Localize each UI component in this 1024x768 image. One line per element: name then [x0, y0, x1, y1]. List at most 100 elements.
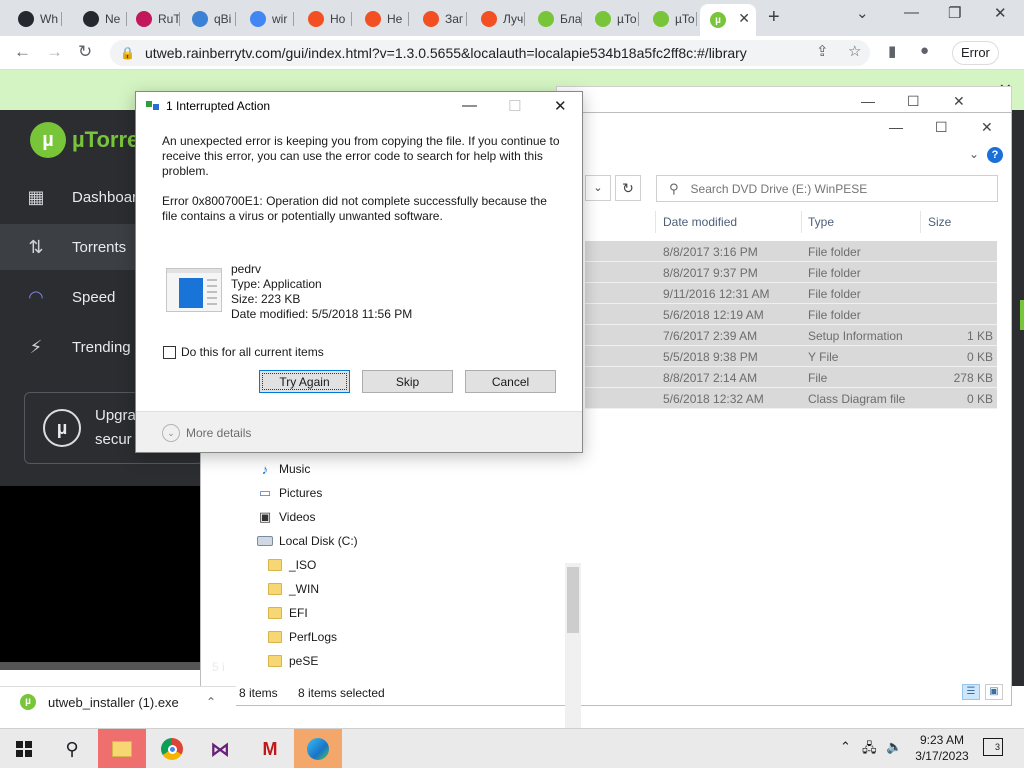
tab-active[interactable]: µ ✕ [700, 4, 756, 36]
folder-icon [267, 654, 283, 668]
scroll-thumb[interactable] [567, 567, 579, 633]
utorrent-right-panel [1012, 110, 1024, 686]
column-separator[interactable] [655, 211, 656, 233]
large-icons-view-icon[interactable]: ▣ [985, 684, 1003, 700]
tab-11[interactable]: µTo [643, 6, 697, 32]
tab-1[interactable]: Ne [73, 6, 127, 32]
address-dropdown-icon[interactable]: ⌄ [585, 175, 611, 201]
address-bar[interactable]: 🔒 utweb.rainberrytv.com/gui/index.html?v… [110, 40, 870, 66]
file-explorer-taskbar-button[interactable] [98, 729, 146, 768]
column-separator[interactable] [920, 211, 921, 233]
close-icon[interactable]: ✕ [554, 97, 567, 115]
download-filename[interactable]: utweb_installer (1).exe [48, 695, 179, 710]
chevron-up-icon[interactable]: ⌃ [206, 695, 216, 709]
column-date-modified[interactable]: Date modified [663, 215, 737, 229]
show-hidden-icons-icon[interactable]: ⌃ [840, 739, 851, 755]
table-row[interactable]: 9/11/2016 12:31 AM File folder [585, 283, 997, 304]
column-separator[interactable] [801, 211, 802, 233]
table-row[interactable]: 5/6/2018 12:19 AM File folder [585, 304, 997, 325]
minimize-icon[interactable]: — [861, 93, 875, 109]
close-tab-icon[interactable]: ✕ [738, 10, 750, 27]
close-window-icon[interactable]: ✕ [994, 4, 1007, 22]
nav-pane-item[interactable]: _ISO [267, 558, 316, 572]
share-icon[interactable]: ⇪ [816, 42, 829, 60]
forward-icon[interactable]: → [46, 42, 63, 62]
table-row[interactable]: 5/5/2018 9:38 PM Y File 0 KB [585, 346, 997, 367]
maximize-icon[interactable]: ☐ [907, 93, 920, 110]
table-row[interactable]: 8/8/2017 9:37 PM File folder [585, 262, 997, 283]
reload-icon[interactable]: ↻ [78, 42, 92, 62]
nav-pane-label: Videos [279, 510, 316, 524]
apply-all-label[interactable]: Do this for all current items [181, 345, 324, 359]
search-box[interactable]: ⚲ [656, 175, 998, 202]
column-size[interactable]: Size [928, 215, 951, 229]
utorrent-content-dark [0, 486, 200, 666]
bookmark-star-icon[interactable]: ☆ [848, 42, 861, 60]
table-row[interactable]: 8/8/2017 3:16 PM File folder [585, 241, 997, 262]
minimize-icon[interactable]: — [904, 4, 919, 21]
error-button[interactable]: Error [952, 41, 999, 65]
help-icon[interactable]: ? [987, 147, 1003, 163]
utorrent-scrollbar[interactable] [0, 662, 200, 670]
tab-10[interactable]: µTo [585, 6, 639, 32]
apply-all-checkbox[interactable] [163, 346, 176, 359]
nav-pane-item[interactable]: Local Disk (C:) [257, 534, 358, 548]
tab-9[interactable]: Бла [528, 6, 582, 32]
refresh-icon[interactable]: ↻ [615, 175, 641, 201]
table-row[interactable]: 8/8/2017 2:14 AM File 278 KB [585, 367, 997, 388]
tab-3[interactable]: qBi [182, 6, 236, 32]
tab-0[interactable]: Wh [8, 6, 62, 32]
details-view-icon[interactable]: ☰ [962, 684, 980, 700]
start-button[interactable] [0, 729, 48, 768]
system-clock[interactable]: 9:23 AM 3/17/2023 [912, 732, 972, 764]
maximize-icon[interactable]: ☐ [935, 119, 948, 136]
new-tab-button[interactable]: + [768, 6, 780, 29]
cancel-button[interactable]: Cancel [465, 370, 556, 393]
profile-icon[interactable]: ● [920, 42, 929, 59]
tab-8[interactable]: Луч [471, 6, 525, 32]
mcafee-taskbar-button[interactable]: M [246, 729, 294, 768]
download-shelf: µ utweb_installer (1).exe ⌃ [0, 686, 236, 716]
close-icon[interactable]: ✕ [953, 93, 965, 110]
skip-button[interactable]: Skip [362, 370, 453, 393]
tab-6[interactable]: He [355, 6, 409, 32]
tab-7[interactable]: Заг [413, 6, 467, 32]
minimize-icon[interactable]: — [889, 119, 903, 135]
column-type[interactable]: Type [808, 215, 834, 229]
tab-label: RuT [158, 12, 180, 26]
tab-2[interactable]: RuT [126, 6, 180, 32]
tab-label: Ne [105, 12, 121, 26]
search-button[interactable]: ⚲ [48, 729, 96, 768]
table-row[interactable]: 5/6/2018 12:32 AM Class Diagram file 0 KB [585, 388, 997, 409]
volume-icon[interactable]: 🔈 [886, 739, 902, 755]
table-row[interactable]: 7/6/2017 2:39 AM Setup Information 1 KB [585, 325, 997, 346]
network-icon[interactable]: 🖧 [862, 739, 877, 761]
nav-pane-item[interactable]: EFI [267, 606, 308, 620]
nav-pane-item[interactable]: ♪ Music [257, 462, 311, 477]
minimize-icon[interactable]: — [462, 97, 477, 114]
more-details-toggle[interactable]: ⌄ More details [162, 424, 251, 442]
nav-pane-item[interactable]: _WIN [267, 582, 319, 596]
logo-text: µTorre [72, 127, 140, 152]
notification-center-icon[interactable]: 3 [983, 738, 1003, 756]
nav-pane-item[interactable]: peSE [267, 654, 318, 668]
search-input[interactable] [690, 181, 981, 196]
tab-search-icon[interactable]: ⌄ [856, 4, 869, 22]
tab-label: µTo [675, 12, 695, 26]
close-icon[interactable]: ✕ [981, 119, 993, 136]
chrome-taskbar-button[interactable] [148, 729, 196, 768]
nav-pane-item[interactable]: ▭ Pictures [257, 485, 323, 500]
maximize-icon[interactable]: ❐ [948, 4, 961, 22]
row-date-modified: 8/8/2017 9:37 PM [663, 266, 758, 280]
tab-4[interactable]: wir [240, 6, 294, 32]
try-again-button[interactable]: Try Again [259, 370, 350, 393]
nav-pane-item[interactable]: PerfLogs [267, 630, 337, 644]
visual-studio-taskbar-button[interactable]: ⋈ [196, 729, 244, 768]
back-icon[interactable]: ← [14, 42, 31, 62]
edge-taskbar-button[interactable] [294, 729, 342, 768]
nav-pane-item[interactable]: ▣ Videos [257, 509, 316, 524]
tab-5[interactable]: Ho [298, 6, 352, 32]
side-panel-icon[interactable]: ▮ [888, 42, 896, 60]
expand-ribbon-icon[interactable]: ⌄ [969, 147, 979, 161]
folder-icon [267, 582, 283, 596]
